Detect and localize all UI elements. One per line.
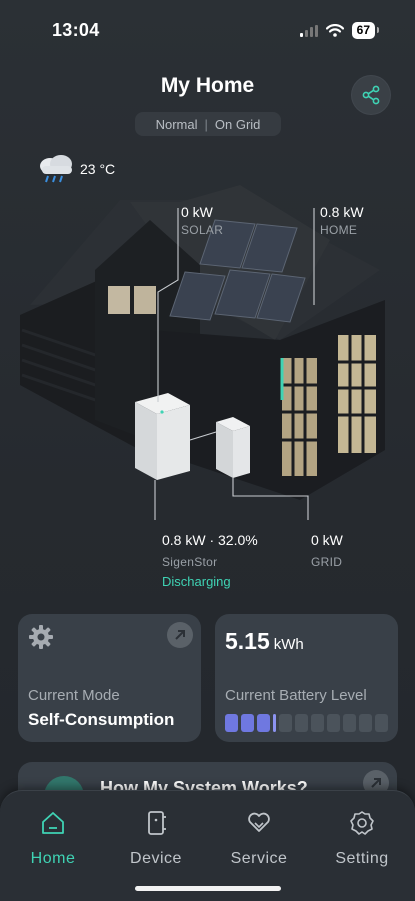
inverter-unit (216, 417, 250, 478)
battery-level-card[interactable]: 5.15 kWh Current Battery Level (215, 614, 398, 742)
share-icon (362, 85, 380, 105)
tab-setting-label: Setting (335, 850, 389, 867)
mode-text: Normal (155, 116, 198, 132)
battery-unit (135, 393, 190, 480)
pill-divider: | (204, 116, 208, 132)
home-icon (42, 812, 64, 834)
solar-label: SOLAR (181, 223, 224, 237)
battery-indicator: 67 (351, 22, 380, 39)
temperature-text: 23 °C (80, 161, 116, 177)
arrow-up-right-icon (371, 778, 381, 788)
grid-value: 0 kW (311, 532, 343, 548)
status-bar: 13:04 67 (0, 0, 415, 60)
gear-icon (29, 625, 53, 649)
tab-setting[interactable]: Setting (317, 809, 407, 868)
tab-device-label: Device (130, 850, 182, 867)
current-mode-value: Self-Consumption (28, 710, 175, 729)
home-label: HOME (320, 223, 358, 237)
grid-status-text: On Grid (214, 116, 261, 132)
battery-segment (295, 714, 308, 732)
setting-icon (350, 811, 374, 835)
battery-segment (359, 714, 372, 732)
battery-energy: 5.15 kWh (225, 628, 304, 655)
battery-flow-name: SigenStor (162, 555, 218, 569)
wifi-icon (325, 24, 344, 37)
tab-service[interactable]: Service (214, 809, 304, 868)
share-button[interactable] (352, 76, 390, 114)
battery-segment-partial (273, 714, 276, 732)
status-time: 13:04 (52, 20, 100, 40)
battery-segment (311, 714, 324, 732)
status-icons: 67 (299, 22, 380, 39)
battery-segment (257, 714, 270, 732)
battery-segment (279, 714, 292, 732)
tab-home-label: Home (30, 850, 76, 867)
current-mode-label: Current Mode (28, 687, 120, 704)
tab-device[interactable]: Device (111, 809, 201, 868)
battery-segment (375, 714, 388, 732)
battery-flow-value: 0.8 kW · 32.0% (162, 532, 258, 548)
open-mode-button[interactable] (167, 622, 193, 648)
home-value: 0.8 kW (320, 204, 364, 220)
battery-energy-value: 5.15 (225, 628, 270, 654)
system-status-pill: Normal | On Grid (135, 112, 281, 136)
battery-flow-label: 0.8 kW · 32.0% SigenStor Discharging (162, 531, 258, 591)
battery-energy-unit: kWh (273, 636, 304, 653)
solar-value: 0 kW (181, 204, 213, 220)
battery-level-label: Current Battery Level (225, 687, 367, 704)
battery-segment (343, 714, 356, 732)
battery-segment (327, 714, 340, 732)
cellular-signal-icon (299, 24, 318, 37)
home-indicator (135, 886, 281, 891)
arrow-up-right-icon (175, 630, 185, 640)
battery-segment (241, 714, 254, 732)
current-mode-card[interactable]: Current Mode Self-Consumption (18, 614, 201, 742)
device-icon (148, 811, 166, 835)
battery-flow-state: Discharging (162, 574, 231, 589)
tab-service-label: Service (230, 850, 288, 867)
grid-flow-label: 0 kW GRID (311, 531, 343, 571)
grid-label: GRID (311, 555, 343, 569)
service-icon (248, 812, 270, 832)
battery-segment (225, 714, 238, 732)
home-flow-label: 0.8 kW HOME (320, 203, 364, 239)
battery-level-bar (225, 714, 388, 732)
bottom-tab-bar: Home Device Service Setting (0, 790, 415, 901)
tab-home[interactable]: Home (8, 809, 98, 868)
solar-flow-label: 0 kW SOLAR (181, 203, 223, 239)
